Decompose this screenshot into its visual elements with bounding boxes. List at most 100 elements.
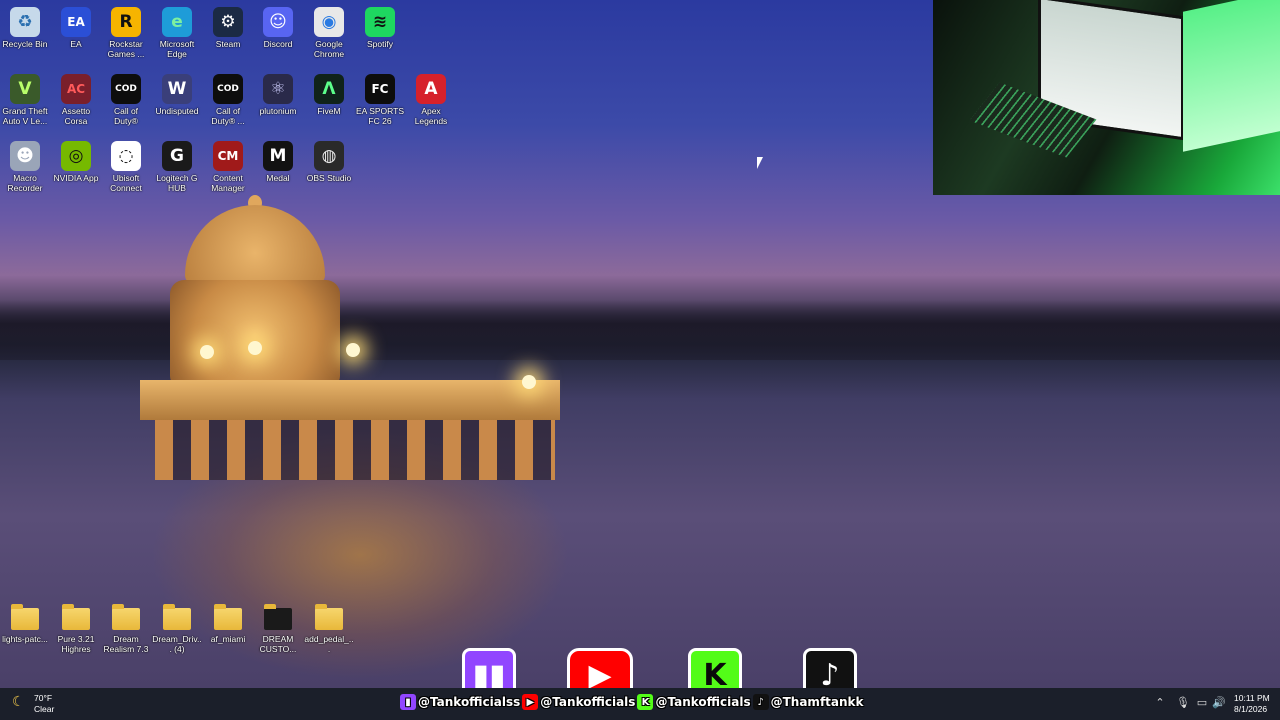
display-icon[interactable]: ▭ <box>1196 697 1208 709</box>
cod-icon: COD <box>111 74 141 104</box>
clock-date[interactable]: 8/1/2026 <box>1234 704 1267 714</box>
folder-label: af_miami <box>210 634 246 644</box>
desktop-icon-cod[interactable]: COD Call of Duty® <box>101 69 151 126</box>
chrome-icon: ◉ <box>314 7 344 37</box>
desktop-icon-label: Macro Recorder <box>7 173 43 193</box>
steam-icon: ⚙ <box>213 7 243 37</box>
tiktok-icon: ♪ <box>752 694 769 710</box>
desktop-icon-steam[interactable]: ⚙ Steam <box>203 2 253 49</box>
handle-text: @Thamftankk <box>770 695 864 709</box>
logitech-icon: G <box>162 141 192 171</box>
lamp-light <box>248 341 262 355</box>
lamp-light <box>346 343 360 357</box>
desktop-icon-spotify[interactable]: ≋ Spotify <box>355 2 405 49</box>
desktop-icon-ea[interactable]: EA EA <box>51 2 101 49</box>
desktop-icon-content-manager[interactable]: CM Content Manager <box>203 136 253 193</box>
desktop-icon-macro-recorder[interactable]: ☻ Macro Recorder <box>0 136 50 193</box>
twitch-logo-icon: ▮▮ <box>462 648 516 688</box>
desktop-icon-label: Call of Duty® <box>113 106 139 126</box>
speaker-icon[interactable]: 🔊 <box>1212 697 1226 709</box>
desktop-folder[interactable]: lights-patc... <box>0 598 50 644</box>
folder-label: Dream_Driv... (4) <box>152 634 202 654</box>
handle-text: @Tankofficialss <box>418 695 521 709</box>
desktop-icon-label: NVIDIA App <box>53 173 99 183</box>
clock-time[interactable]: 10:11 PM <box>1234 693 1270 703</box>
kick-logo-icon: K <box>688 648 742 688</box>
social-handle-kick: K @Tankofficials <box>637 694 751 710</box>
desktop-icon-ubisoft[interactable]: ◌ Ubisoft Connect <box>101 136 151 193</box>
desktop-folder[interactable]: Dream Realism 7.3 <box>101 598 151 654</box>
folder-icon <box>214 604 242 630</box>
desktop-icon-label: EA <box>70 39 82 49</box>
assetto-corsa-icon: AC <box>61 74 91 104</box>
fc26-icon: FC <box>365 74 395 104</box>
desktop-icon-label: Medal <box>266 173 290 183</box>
apex-icon: A <box>416 74 446 104</box>
desktop-icon-fivem[interactable]: Λ FiveM <box>304 69 354 116</box>
social-handles-banner: ▮ @Tankofficialss ▶ @Tankofficials K @Tankoff… <box>400 692 864 712</box>
desktop-icon-logitech[interactable]: G Logitech G HUB <box>152 136 202 193</box>
desktop-icon-obs[interactable]: ◍ OBS Studio <box>304 136 354 183</box>
desktop-icon-label: Undisputed <box>155 106 199 116</box>
weather-temp[interactable]: 70°F <box>34 693 52 703</box>
desktop-folder[interactable]: DREAM CUSTO... <box>253 598 303 654</box>
desktop-icon-discord[interactable]: ☺ Discord <box>253 2 303 49</box>
desktop-icon-label: Call of Duty® ... <box>211 106 245 126</box>
microphone-icon[interactable]: 🎙 <box>1176 697 1190 709</box>
desktop-icon-edge[interactable]: e Microsoft Edge <box>152 2 202 59</box>
discord-icon: ☺ <box>263 7 293 37</box>
recycle-bin-icon: ♻ <box>10 7 40 37</box>
desktop-icon-label: plutonium <box>259 106 297 116</box>
social-handle-youtube: ▶ @Tankofficials <box>522 694 635 710</box>
desktop-icon-plutonium[interactable]: ⚛ plutonium <box>253 69 303 116</box>
desktop-icon-label: Assetto Corsa <box>61 106 91 126</box>
desktop-folder[interactable]: af_miami <box>203 598 253 644</box>
desktop-icon-label: EA SPORTS FC 26 <box>355 106 405 126</box>
youtube-icon: ▶ <box>522 694 539 710</box>
desktop-icon-label: Rockstar Games ... <box>107 39 145 59</box>
mouse-cursor-icon <box>757 157 763 169</box>
desktop-icon-apex[interactable]: A Apex Legends <box>406 69 456 126</box>
desktop-icon-nvidia[interactable]: ◎ NVIDIA App <box>51 136 101 183</box>
desktop-icon-label: Google Chrome <box>313 39 345 59</box>
webcam-green-light <box>1183 0 1280 152</box>
desktop-icon-rockstar[interactable]: R Rockstar Games ... <box>101 2 151 59</box>
macro-recorder-icon: ☻ <box>10 141 40 171</box>
desktop-icon-chrome[interactable]: ◉ Google Chrome <box>304 2 354 59</box>
folder-label: Dream Realism 7.3 <box>103 634 149 654</box>
lakeside-pavilion <box>140 195 570 495</box>
desktop-icon-assetto-corsa[interactable]: AC Assetto Corsa <box>51 69 101 126</box>
desktop-icon-medal[interactable]: M Medal <box>253 136 303 183</box>
desktop-icon-label: Steam <box>215 39 241 49</box>
desktop-icon-cod2[interactable]: COD Call of Duty® ... <box>203 69 253 126</box>
folder-icon <box>62 604 90 630</box>
desktop-icon-undisputed[interactable]: W Undisputed <box>152 69 202 116</box>
desktop-folder[interactable]: Pure 3.21 Highres <box>51 598 101 654</box>
handle-text: @Tankofficials <box>655 695 751 709</box>
medal-icon: M <box>263 141 293 171</box>
pavilion-platform <box>140 380 560 420</box>
cod2-icon: COD <box>213 74 243 104</box>
pavilion-dome <box>185 205 325 285</box>
social-handle-tiktok: ♪ @Thamftankk <box>752 694 864 710</box>
lamp-light <box>200 345 214 359</box>
youtube-logo-icon: ▶ <box>567 648 633 688</box>
chevron-up-icon[interactable]: ⌃ <box>1154 697 1166 709</box>
desktop-wallpaper: ♻ Recycle Bin EA EA R Rockstar Games ... e Micr… <box>0 0 1280 688</box>
desktop-icon-recycle-bin[interactable]: ♻ Recycle Bin <box>0 2 50 49</box>
fivem-icon: Λ <box>314 74 344 104</box>
edge-icon: e <box>162 7 192 37</box>
folder-icon <box>315 604 343 630</box>
desktop-icon-fc26[interactable]: FC EA SPORTS FC 26 <box>355 69 405 126</box>
undisputed-icon: W <box>162 74 192 104</box>
desktop-folder[interactable]: Dream_Driv... (4) <box>152 598 202 654</box>
obs-icon: ◍ <box>314 141 344 171</box>
desktop-folder[interactable]: add_pedal_... <box>304 598 354 654</box>
tiktok-logo-icon: ♪ <box>803 648 857 688</box>
desktop-icon-label: Microsoft Edge <box>159 39 195 59</box>
weather-condition[interactable]: Clear <box>34 704 54 714</box>
moon-icon: ☾ <box>12 694 25 710</box>
desktop-icon-gta[interactable]: V Grand Theft Auto V Le... <box>0 69 50 126</box>
folder-label: Pure 3.21 Highres <box>57 634 95 654</box>
folder-label: DREAM CUSTO... <box>259 634 297 654</box>
